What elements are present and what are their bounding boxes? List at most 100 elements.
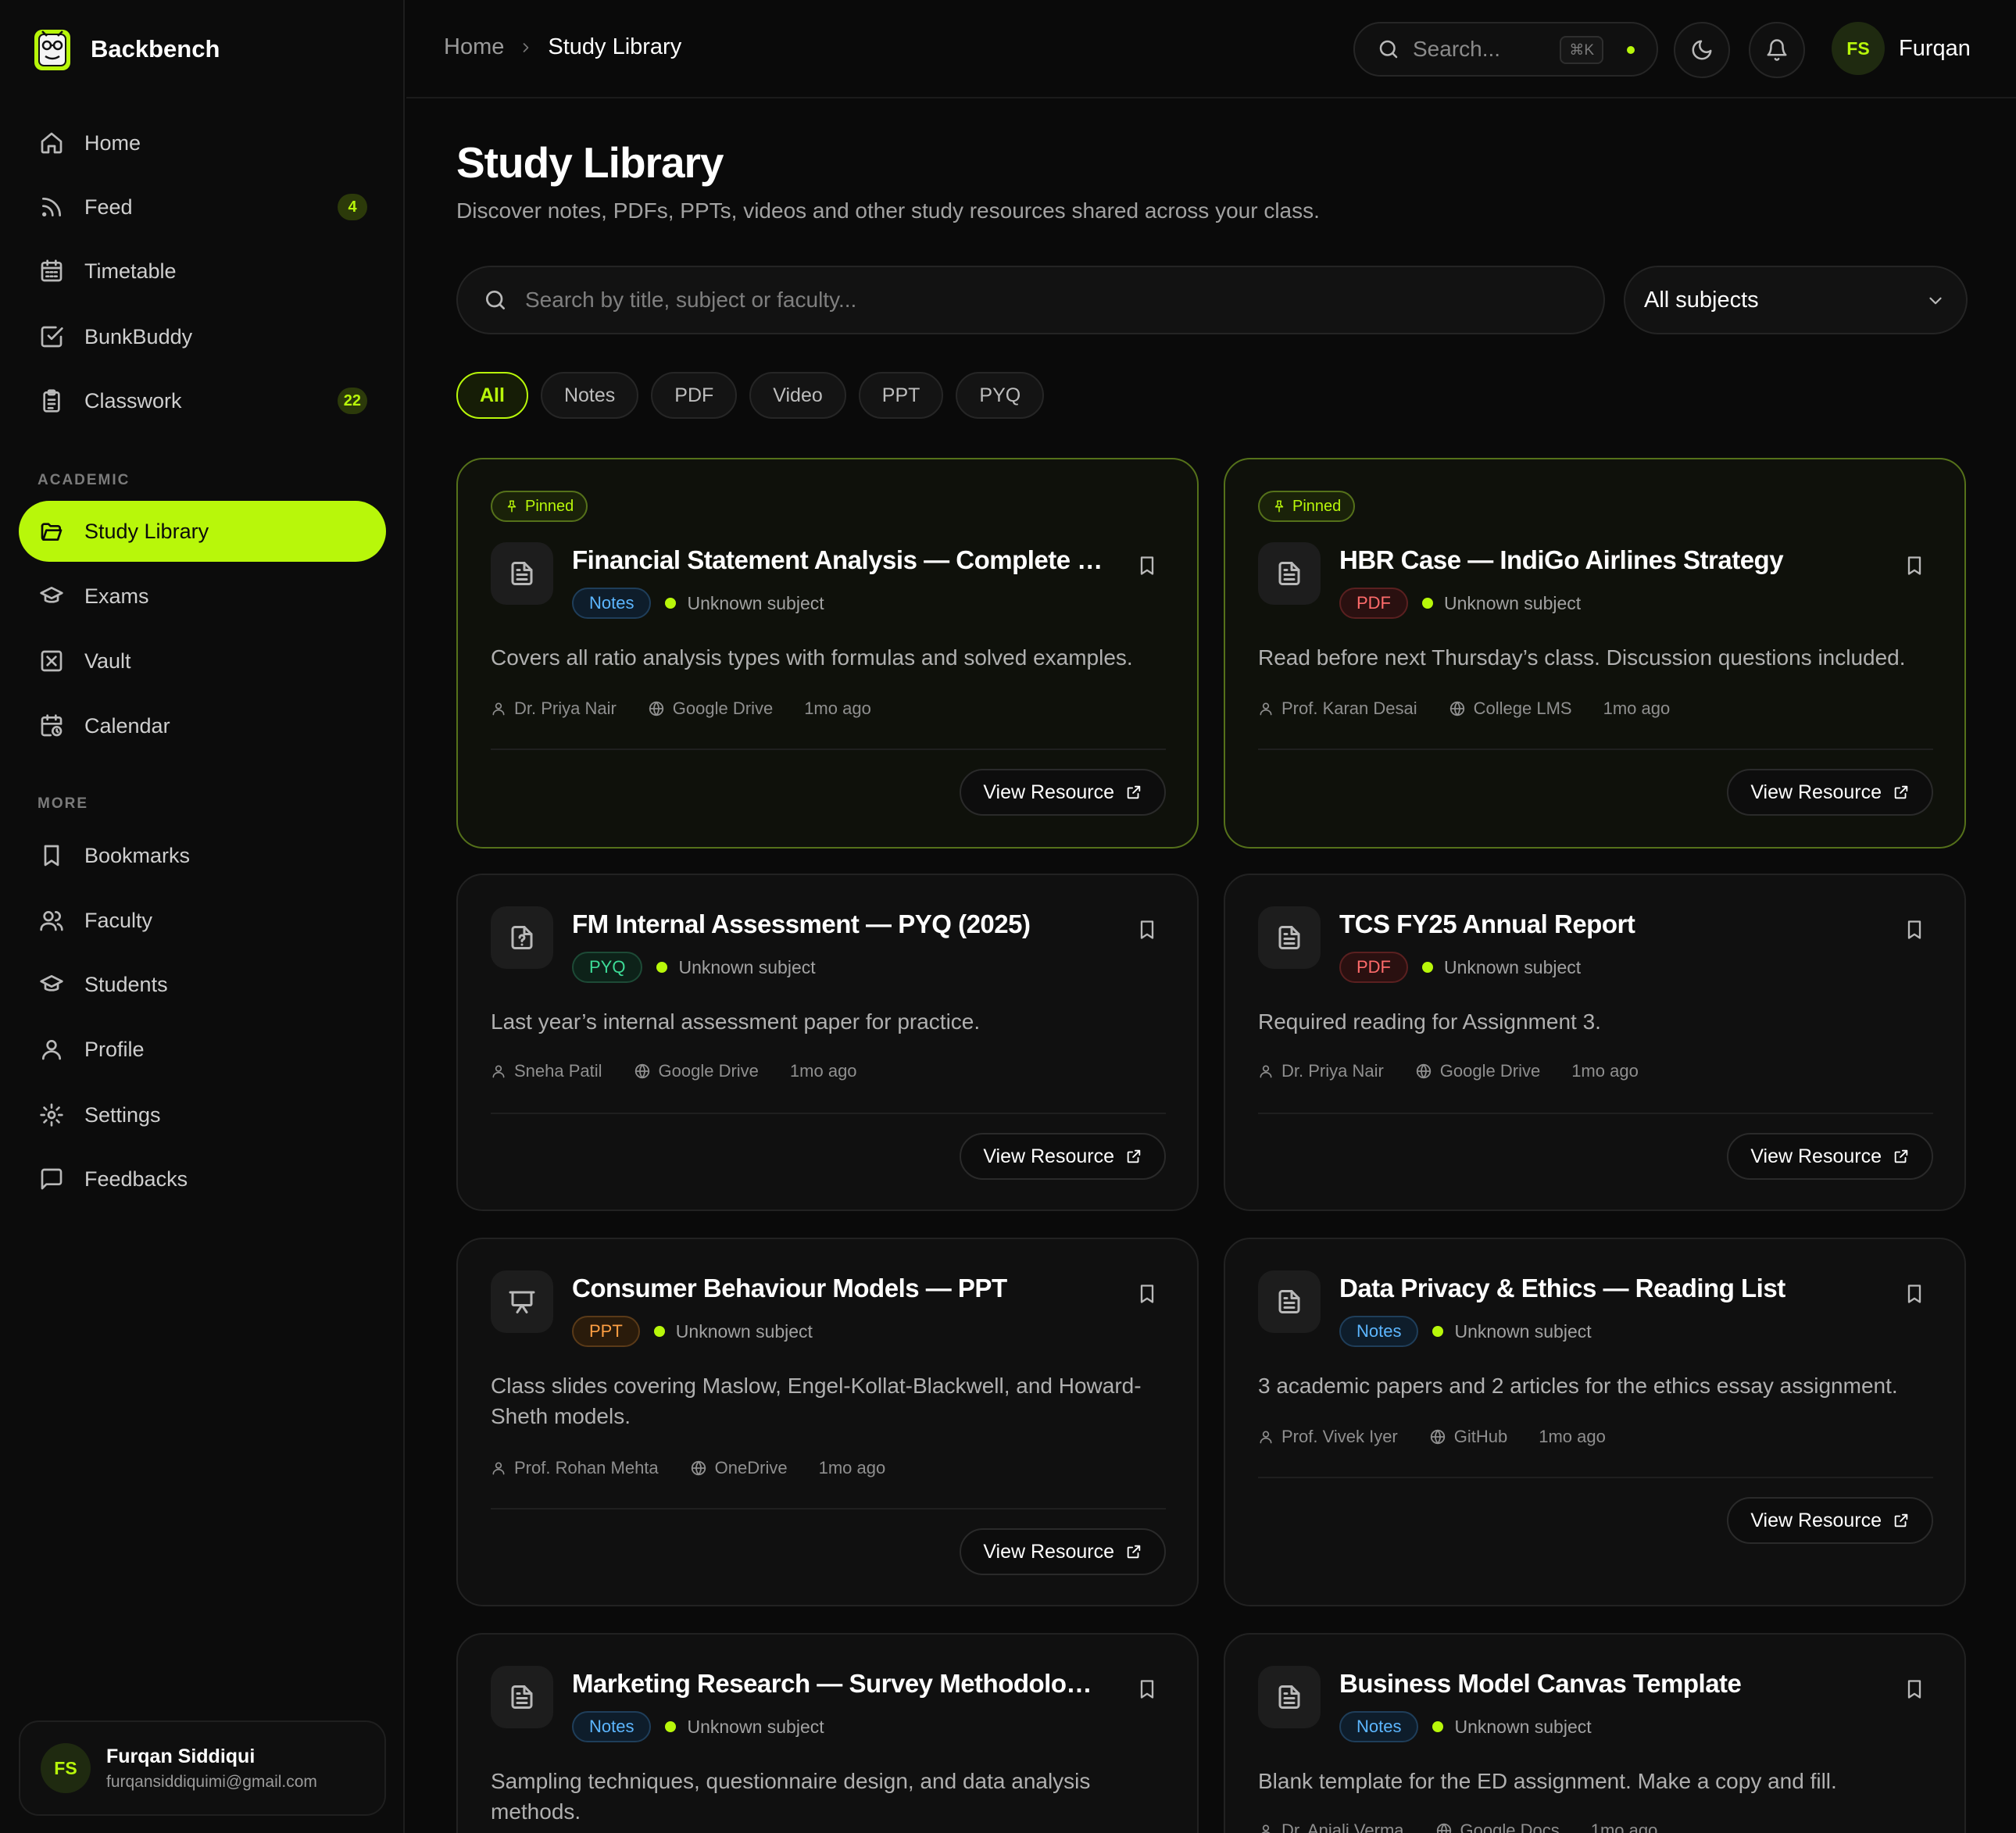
resource-time: 1mo ago <box>1603 699 1671 718</box>
subject-filter-select[interactable]: All subjects <box>1624 266 1968 334</box>
sidebar-item-feed[interactable]: Feed 4 <box>19 177 386 238</box>
bookmark-icon[interactable] <box>1903 1283 1925 1305</box>
resource-card[interactable]: Business Model Canvas Template Notes Unk… <box>1224 1633 1966 1833</box>
sidebar-item-calendar[interactable]: Calendar <box>19 695 386 756</box>
filter-chip-ppt[interactable]: PPT <box>858 372 944 419</box>
sidebar-item-label: Vault <box>84 649 131 673</box>
brand[interactable]: Backbench <box>31 25 220 73</box>
resource-footer: Prof. Rohan Mehta OneDrive 1mo ago <box>491 1458 885 1478</box>
filter-chip-video[interactable]: Video <box>749 372 846 419</box>
sidebar-item-profile[interactable]: Profile <box>19 1019 386 1080</box>
sidebar-user-card[interactable]: FS Furqan Siddiqui furqansiddiquimi@gmai… <box>19 1720 386 1816</box>
view-resource-button[interactable]: View Resource <box>960 1133 1166 1180</box>
resource-title[interactable]: Data Privacy & Ethics — Reading List <box>1339 1274 1871 1303</box>
resource-title[interactable]: Consumer Behaviour Models — PPT <box>572 1274 1103 1303</box>
sidebar-item-feedbacks[interactable]: Feedbacks <box>19 1149 386 1209</box>
sidebar-item-study-library[interactable]: Study Library <box>19 501 386 562</box>
type-badge: Notes <box>572 588 652 619</box>
breadcrumb-current: Study Library <box>548 34 682 59</box>
resource-card[interactable]: TCS FY25 Annual Report PDF Unknown subje… <box>1224 874 1966 1211</box>
resource-time: 1mo ago <box>1539 1427 1606 1446</box>
external-link-icon <box>1125 1148 1142 1165</box>
bookmark-icon[interactable] <box>1136 1678 1158 1700</box>
sidebar-item-vault[interactable]: Vault <box>19 631 386 691</box>
resource-footer: Prof. Karan Desai College LMS 1mo ago <box>1258 699 1670 719</box>
theme-toggle-button[interactable] <box>1674 22 1730 78</box>
bookmark-icon[interactable] <box>1903 1678 1925 1700</box>
sidebar-item-bunkbuddy[interactable]: BunkBuddy <box>19 306 386 367</box>
resource-footer: Dr. Priya Nair Google Drive 1mo ago <box>491 699 871 719</box>
bookmark-icon[interactable] <box>1903 555 1925 577</box>
resource-title[interactable]: HBR Case — IndiGo Airlines Strategy <box>1339 545 1871 575</box>
global-search-placeholder: Search... <box>1413 37 1501 61</box>
card-divider <box>1258 1113 1933 1114</box>
view-resource-button[interactable]: View Resource <box>960 769 1166 816</box>
type-badge: PYQ <box>572 952 643 983</box>
bookmark-icon[interactable] <box>1136 1283 1158 1305</box>
resource-card[interactable]: Marketing Research — Survey Methodology … <box>456 1633 1199 1833</box>
global-search[interactable]: Search... ⌘K <box>1353 22 1658 77</box>
calendar-clock-icon <box>38 712 66 740</box>
resource-title[interactable]: Business Model Canvas Template <box>1339 1669 1871 1699</box>
sidebar-item-faculty[interactable]: Faculty <box>19 890 386 951</box>
sidebar-item-home[interactable]: Home <box>19 113 386 173</box>
feed-count-badge: 4 <box>338 194 367 220</box>
resource-meta: Notes Unknown subject <box>572 1711 824 1742</box>
resource-card[interactable]: FM Internal Assessment — PYQ (2025) PYQ … <box>456 874 1199 1211</box>
bookmark-icon[interactable] <box>1136 919 1158 941</box>
resource-meta: Notes Unknown subject <box>572 588 824 619</box>
bookmark-icon[interactable] <box>1903 919 1925 941</box>
sidebar-item-label: Calendar <box>84 713 170 738</box>
filter-chip-all[interactable]: All <box>456 372 528 419</box>
sidebar-item-timetable[interactable]: Timetable <box>19 241 386 302</box>
search-icon <box>483 288 508 313</box>
resource-title[interactable]: Financial Statement Analysis — Complete … <box>572 545 1103 575</box>
view-resource-button[interactable]: View Resource <box>1727 769 1933 816</box>
sidebar-item-classwork[interactable]: Classwork 22 <box>19 370 386 431</box>
classwork-count-badge: 22 <box>337 388 367 414</box>
view-resource-button[interactable]: View Resource <box>960 1528 1166 1575</box>
resource-time: 1mo ago <box>804 699 871 718</box>
filter-chip-pyq[interactable]: PYQ <box>956 372 1045 419</box>
resource-description: Class slides covering Maslow, Engel-Koll… <box>491 1374 1142 1428</box>
resource-author: Prof. Karan Desai <box>1281 699 1417 718</box>
resource-subject: Unknown subject <box>678 956 816 977</box>
resource-title[interactable]: Marketing Research — Survey Methodology … <box>572 1669 1103 1699</box>
resource-card[interactable]: Pinned Financial Statement Analysis — Co… <box>456 458 1199 849</box>
breadcrumb-home[interactable]: Home <box>444 34 504 60</box>
subject-dot <box>1432 1721 1444 1732</box>
sidebar-item-exams[interactable]: Exams <box>19 566 386 627</box>
clipboard-icon <box>38 387 66 415</box>
type-badge: Notes <box>1339 1711 1419 1742</box>
view-resource-button[interactable]: View Resource <box>1727 1133 1933 1180</box>
subject-dot <box>1422 598 1433 609</box>
resource-title[interactable]: FM Internal Assessment — PYQ (2025) <box>572 909 1103 939</box>
sidebar-item-bookmarks[interactable]: Bookmarks <box>19 825 386 886</box>
sidebar-item-label: BunkBuddy <box>84 324 193 348</box>
resource-card[interactable]: Pinned HBR Case — IndiGo Airlines Strate… <box>1224 458 1966 849</box>
notifications-button[interactable] <box>1749 22 1805 78</box>
resource-title[interactable]: TCS FY25 Annual Report <box>1339 909 1871 939</box>
graduation-cap-icon <box>38 582 66 610</box>
pin-icon <box>505 499 519 513</box>
sidebar-item-students[interactable]: Students <box>19 954 386 1015</box>
resource-author: Dr. Anjali Verma <box>1281 1820 1404 1833</box>
sidebar-item-label: Exams <box>84 584 149 608</box>
user-menu[interactable]: FS Furqan <box>1832 22 1971 75</box>
view-resource-label: View Resource <box>1750 1509 1882 1531</box>
bookmark-icon[interactable] <box>1136 555 1158 577</box>
library-search-input[interactable]: Search by title, subject or faculty... <box>456 266 1605 334</box>
subject-dot <box>665 1721 677 1732</box>
filter-chip-notes[interactable]: Notes <box>540 372 639 419</box>
external-link-icon <box>1125 1543 1142 1560</box>
view-resource-button[interactable]: View Resource <box>1727 1497 1933 1544</box>
resource-subject: Unknown subject <box>1444 956 1582 977</box>
resource-card[interactable]: Consumer Behaviour Models — PPT PPT Unkn… <box>456 1238 1199 1606</box>
filter-chip-pdf[interactable]: PDF <box>651 372 738 419</box>
sidebar-item-settings[interactable]: Settings <box>19 1084 386 1145</box>
resource-author: Prof. Rohan Mehta <box>514 1458 659 1477</box>
users-icon <box>38 906 66 934</box>
type-badge: PPT <box>572 1316 640 1347</box>
resource-card[interactable]: Data Privacy & Ethics — Reading List Not… <box>1224 1238 1966 1606</box>
subject-filter-value: All subjects <box>1644 287 1759 313</box>
